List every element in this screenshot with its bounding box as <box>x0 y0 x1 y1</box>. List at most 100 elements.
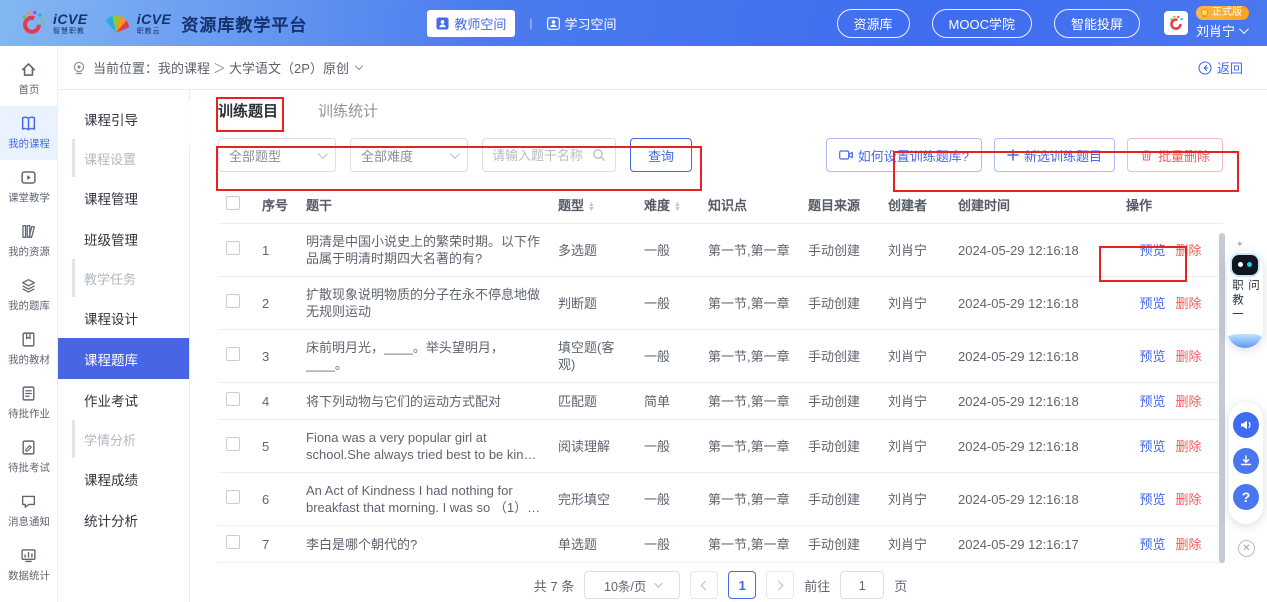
nav-teacher-space[interactable]: 教师空间 <box>427 10 515 37</box>
assistant-widget[interactable]: 职教一问 <box>1227 251 1263 348</box>
rail-item-home[interactable]: 首页 <box>0 52 57 106</box>
submenu-item-course-design[interactable]: 课程设计 <box>58 297 189 338</box>
breadcrumb-my-courses[interactable]: 我的课程 <box>158 58 210 77</box>
query-button[interactable]: 查询 <box>630 138 692 172</box>
back-link[interactable]: 返回 <box>1198 58 1243 77</box>
delete-link[interactable]: 删除 <box>1176 537 1202 552</box>
column-label: 题干 <box>306 198 332 213</box>
header-pill-1[interactable]: MOOC学院 <box>932 9 1032 38</box>
user-avatar[interactable] <box>1164 11 1188 35</box>
nav-learning-space[interactable]: 学习空间 <box>547 14 617 33</box>
cell-source: 手动创建 <box>800 383 880 420</box>
column-label: 序号 <box>262 198 288 213</box>
preview-link[interactable]: 预览 <box>1139 394 1165 409</box>
preview-link[interactable]: 预览 <box>1139 296 1165 311</box>
submenu-item-class-management[interactable]: 班级管理 <box>58 218 189 259</box>
stem-search-input[interactable] <box>492 148 584 163</box>
help-training-bank-button[interactable]: 如何设置训练题库? <box>826 138 982 172</box>
row-checkbox[interactable] <box>226 437 240 451</box>
row-checkbox[interactable] <box>226 294 240 308</box>
sort-caret[interactable]: ▲▼ <box>674 202 681 212</box>
rail-item-my-textbooks[interactable]: 我的教材 <box>0 322 57 376</box>
download-button[interactable] <box>1233 448 1259 474</box>
row-checkbox[interactable] <box>226 535 240 549</box>
rail-item-pending-homework[interactable]: 待批作业 <box>0 376 57 430</box>
user-box[interactable]: 正式版 刘肖宁 <box>1164 6 1249 40</box>
submenu-item-course-guide[interactable]: 课程引导 <box>58 98 189 139</box>
prev-page-button[interactable] <box>690 571 718 599</box>
delete-link[interactable]: 删除 <box>1176 243 1202 258</box>
submenu-item-section-teaching-tasks[interactable]: 教学任务 <box>72 259 189 297</box>
rail-item-my-courses[interactable]: 我的课程 <box>0 106 57 160</box>
submenu-item-course-grades[interactable]: 课程成绩 <box>58 458 189 499</box>
preview-link[interactable]: 预览 <box>1139 243 1165 258</box>
breadcrumb-caret-icon[interactable] <box>355 62 363 70</box>
announcement-button[interactable] <box>1233 412 1259 438</box>
row-checkbox[interactable] <box>226 347 240 361</box>
select-all-checkbox[interactable] <box>226 196 240 210</box>
page-size-select[interactable]: 10条/页 <box>584 571 680 599</box>
column-label: 知识点 <box>708 198 747 213</box>
rail-item-label: 我的课程 <box>8 135 50 150</box>
rail-item-my-question-bank[interactable]: 我的题库 <box>0 268 57 322</box>
preview-link[interactable]: 预览 <box>1139 492 1165 507</box>
submenu-item-statistical-analysis[interactable]: 统计分析 <box>58 499 189 540</box>
vertical-scrollbar[interactable] <box>1219 233 1225 563</box>
cell-knowledge: 第一节,第一章 <box>700 224 800 277</box>
delete-link[interactable]: 删除 <box>1176 492 1202 507</box>
rail-item-classroom-teaching[interactable]: 课堂教学 <box>0 160 57 214</box>
close-floating-button[interactable]: ✕ <box>1238 540 1255 557</box>
user-name[interactable]: 刘肖宁 <box>1196 21 1246 40</box>
delete-link[interactable]: 删除 <box>1176 296 1202 311</box>
submenu-item-course-management[interactable]: 课程管理 <box>58 177 189 218</box>
batch-delete-button[interactable]: 批量删除 <box>1127 138 1223 172</box>
breadcrumb-bar: 当前位置： 我的课程 ＞ 大学语文（2P）原创 返回 <box>58 46 1267 90</box>
submenu-item-section-learning-analysis[interactable]: 学情分析 <box>72 420 189 458</box>
preview-link[interactable]: 预览 <box>1139 439 1165 454</box>
add-training-questions-button[interactable]: 新选训练题目 <box>994 138 1115 172</box>
goto-page-input[interactable] <box>840 571 884 599</box>
header-pill-0[interactable]: 资源库 <box>837 9 910 38</box>
delete-link[interactable]: 删除 <box>1176 349 1202 364</box>
delete-link[interactable]: 删除 <box>1176 394 1202 409</box>
row-checkbox[interactable] <box>226 241 240 255</box>
tab-training-questions[interactable]: 训练题目 <box>218 100 278 132</box>
submenu-item-course-question-bank[interactable]: 课程题库 <box>58 338 189 379</box>
difficulty-select[interactable]: 全部难度 <box>350 138 468 172</box>
breadcrumb-prefix: 当前位置： <box>93 58 158 77</box>
preview-link[interactable]: 预览 <box>1139 537 1165 552</box>
cell-knowledge: 第一节,第一章 <box>700 473 800 526</box>
version-badge: 正式版 <box>1196 6 1249 20</box>
question-type-select[interactable]: 全部题型 <box>218 138 336 172</box>
tab-label: 训练题目 <box>218 103 278 120</box>
sort-caret[interactable]: ▲▼ <box>588 202 595 212</box>
row-checkbox[interactable] <box>226 392 240 406</box>
rail-item-messages[interactable]: 消息通知 <box>0 484 57 538</box>
rail-item-my-resources[interactable]: 我的资源 <box>0 214 57 268</box>
current-page-button[interactable]: 1 <box>728 571 756 599</box>
preview-link[interactable]: 预览 <box>1139 349 1165 364</box>
search-icon[interactable] <box>592 148 606 162</box>
home-icon <box>20 61 37 78</box>
cell-created: 2024-05-29 12:16:17 <box>950 526 1118 563</box>
help-button[interactable]: ? <box>1233 484 1259 510</box>
next-page-button[interactable] <box>766 571 794 599</box>
rail-item-pending-exams[interactable]: 待批考试 <box>0 430 57 484</box>
submenu-item-section-course-settings[interactable]: 课程设置 <box>72 139 189 177</box>
breadcrumb-course-name[interactable]: 大学语文（2P）原创 <box>229 58 349 77</box>
cell-stem: 李白是哪个朝代的? <box>306 536 542 553</box>
row-checkbox[interactable] <box>226 490 240 504</box>
tab-training-statistics[interactable]: 训练统计 <box>318 100 378 132</box>
exam-icon <box>20 439 37 456</box>
rail-item-label: 首页 <box>18 81 39 96</box>
header-pill-2[interactable]: 智能投屏 <box>1054 9 1140 38</box>
textbook-icon <box>20 331 37 348</box>
rail-item-data-statistics[interactable]: 数据统计 <box>0 538 57 592</box>
submenu-item-label: 班级管理 <box>84 229 138 249</box>
icve-shell-logo-icon <box>102 9 130 37</box>
delete-link[interactable]: 删除 <box>1176 439 1202 454</box>
column-label: 难度 <box>644 198 670 213</box>
submenu-item-homework-exams[interactable]: 作业考试 <box>58 379 189 420</box>
rail-item-third-party-apps[interactable]: 第三方应用 <box>0 592 57 602</box>
cell-source: 手动创建 <box>800 277 880 330</box>
